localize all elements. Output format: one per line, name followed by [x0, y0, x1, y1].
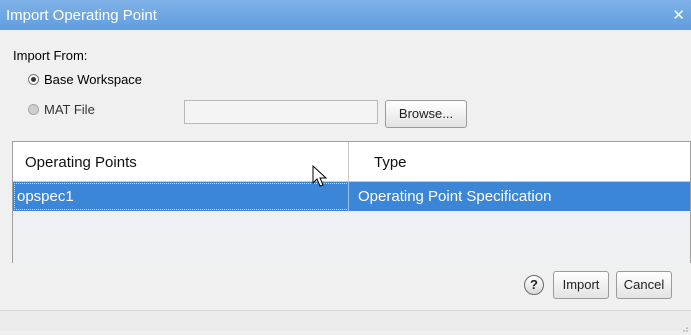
mat-file-path-input[interactable] [184, 100, 378, 124]
browse-button[interactable]: Browse... [385, 100, 467, 128]
radio-mat-file[interactable]: MAT File [28, 102, 95, 117]
radio-base-workspace[interactable]: Base Workspace [28, 72, 142, 87]
operating-points-table: Operating Points Type opspec1 Operating … [12, 141, 691, 263]
row-operating-point-name[interactable]: opspec1 [17, 188, 74, 205]
radio-selected-icon[interactable] [28, 74, 39, 85]
status-bar [0, 310, 691, 332]
window-title: Import Operating Point [6, 7, 157, 24]
close-icon[interactable]: ✕ [672, 6, 685, 24]
table-header: Operating Points Type [13, 142, 690, 182]
row-divider [348, 182, 349, 211]
column-header-type[interactable]: Type [374, 154, 407, 171]
row-type[interactable]: Operating Point Specification [358, 188, 551, 205]
help-icon[interactable]: ? [524, 275, 544, 295]
mouse-pointer-icon [312, 164, 328, 192]
column-header-operating-points[interactable]: Operating Points [25, 154, 137, 171]
resize-grip-icon[interactable] [680, 320, 688, 332]
cancel-button[interactable]: Cancel [616, 271, 672, 299]
column-divider[interactable] [348, 142, 349, 182]
table-empty-area [13, 211, 690, 263]
radio-unselected-icon[interactable] [28, 104, 39, 115]
radio-base-workspace-label: Base Workspace [44, 72, 143, 87]
title-bar: Import Operating Point ✕ [0, 0, 691, 30]
radio-mat-file-label: MAT File [44, 102, 95, 117]
table-row[interactable]: opspec1 Operating Point Specification [13, 182, 690, 211]
import-from-label: Import From: [13, 48, 88, 63]
import-button[interactable]: Import [553, 271, 609, 299]
